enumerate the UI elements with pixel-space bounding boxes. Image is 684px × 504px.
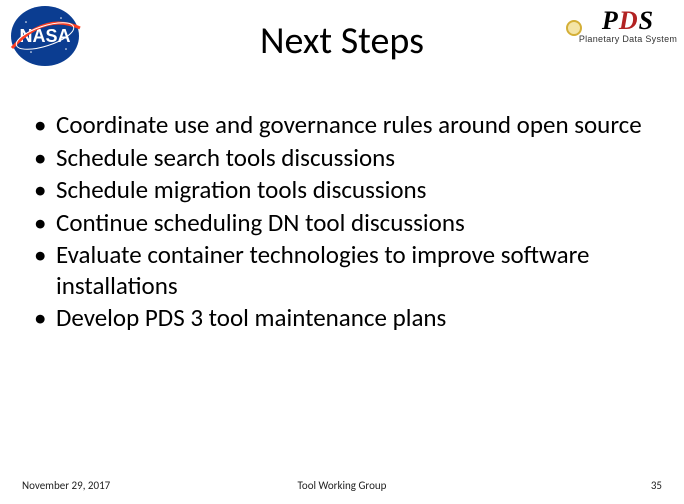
bullet-item: Coordinate use and governance rules arou… <box>34 110 650 141</box>
slide-body: Coordinate use and governance rules arou… <box>34 110 650 336</box>
bullet-item: Develop PDS 3 tool maintenance plans <box>34 303 650 334</box>
footer-page-number: 35 <box>651 479 662 492</box>
header: NASA PDS Planetary Data System Next Step… <box>0 0 684 80</box>
footer-center: Tool Working Group <box>22 479 662 492</box>
slide: NASA PDS Planetary Data System Next Step… <box>0 0 684 504</box>
bullet-item: Schedule search tools discussions <box>34 143 650 174</box>
bullet-item: Continue scheduling DN tool discussions <box>34 208 650 239</box>
bullet-list: Coordinate use and governance rules arou… <box>34 110 650 334</box>
slide-title: Next Steps <box>0 18 684 64</box>
bullet-item: Evaluate container technologies to impro… <box>34 240 650 301</box>
bullet-item: Schedule migration tools discussions <box>34 175 650 206</box>
